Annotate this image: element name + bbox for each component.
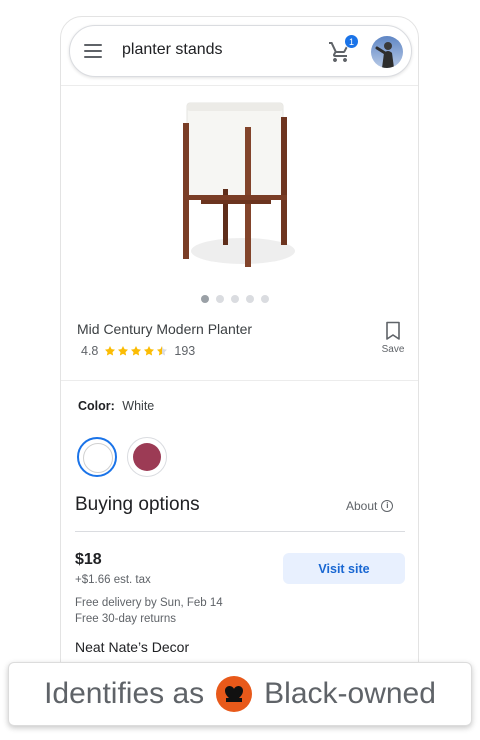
search-query[interactable]: planter stands [122,41,223,59]
info-icon: i [381,500,394,512]
returns-info: Free 30-day returns [75,613,176,625]
about-link[interactable]: About i [346,499,394,513]
carousel-dot[interactable] [261,295,269,303]
callout-prefix: Identifies as [44,677,205,710]
divider [75,531,405,532]
rating-value: 4.8 [81,344,99,358]
cart-count-badge: 1 [344,34,359,49]
review-count: 193 [174,344,196,358]
delivery-info: Free delivery by Sun, Feb 14 [75,597,223,609]
carousel-dot[interactable] [216,295,224,303]
save-button[interactable]: Save [373,321,413,355]
divider [61,380,418,381]
color-label: Color: [78,399,115,413]
star-icon [105,346,116,356]
cart-button[interactable]: 1 [328,34,359,64]
star-icon [118,346,129,356]
carousel-dot[interactable] [231,295,239,303]
save-label: Save [381,344,405,355]
black-owned-callout: Identifies as Black-owned [8,662,472,726]
rating-stars [104,345,168,357]
price: $18 [75,551,102,568]
product-image[interactable] [161,97,321,277]
visit-site-button[interactable]: Visit site [283,553,405,584]
about-label: About [346,499,378,513]
screen: planter stands 1 Mid Century Modern Plan… [0,0,480,740]
seller-name[interactable]: Neat Nate’s Decor [75,639,189,655]
phone-frame: planter stands 1 Mid Century Modern Plan… [60,16,419,716]
star-icon [131,346,142,356]
menu-icon[interactable] [84,40,106,62]
image-carousel-dots [201,295,269,303]
color-value: White [122,399,155,413]
half-star-icon [157,346,168,356]
star-icon [144,346,155,356]
carousel-dot[interactable] [246,295,254,303]
avatar[interactable] [371,36,403,68]
divider [61,85,418,86]
bookmark-icon [386,321,400,340]
color-swatch-plum[interactable] [127,437,167,477]
carousel-dot[interactable] [201,295,209,303]
buying-options-title: Buying options [75,494,200,515]
tax-estimate: +$1.66 est. tax [75,574,151,586]
rating-row[interactable]: 4.8 193 [81,344,195,358]
search-bar[interactable]: planter stands 1 [69,25,412,77]
product-title[interactable]: Mid Century Modern Planter [77,321,252,337]
color-row: Color: White [78,399,154,413]
black-owned-icon [216,676,253,712]
color-swatch-white[interactable] [77,437,117,477]
callout-suffix: Black-owned [264,677,436,710]
